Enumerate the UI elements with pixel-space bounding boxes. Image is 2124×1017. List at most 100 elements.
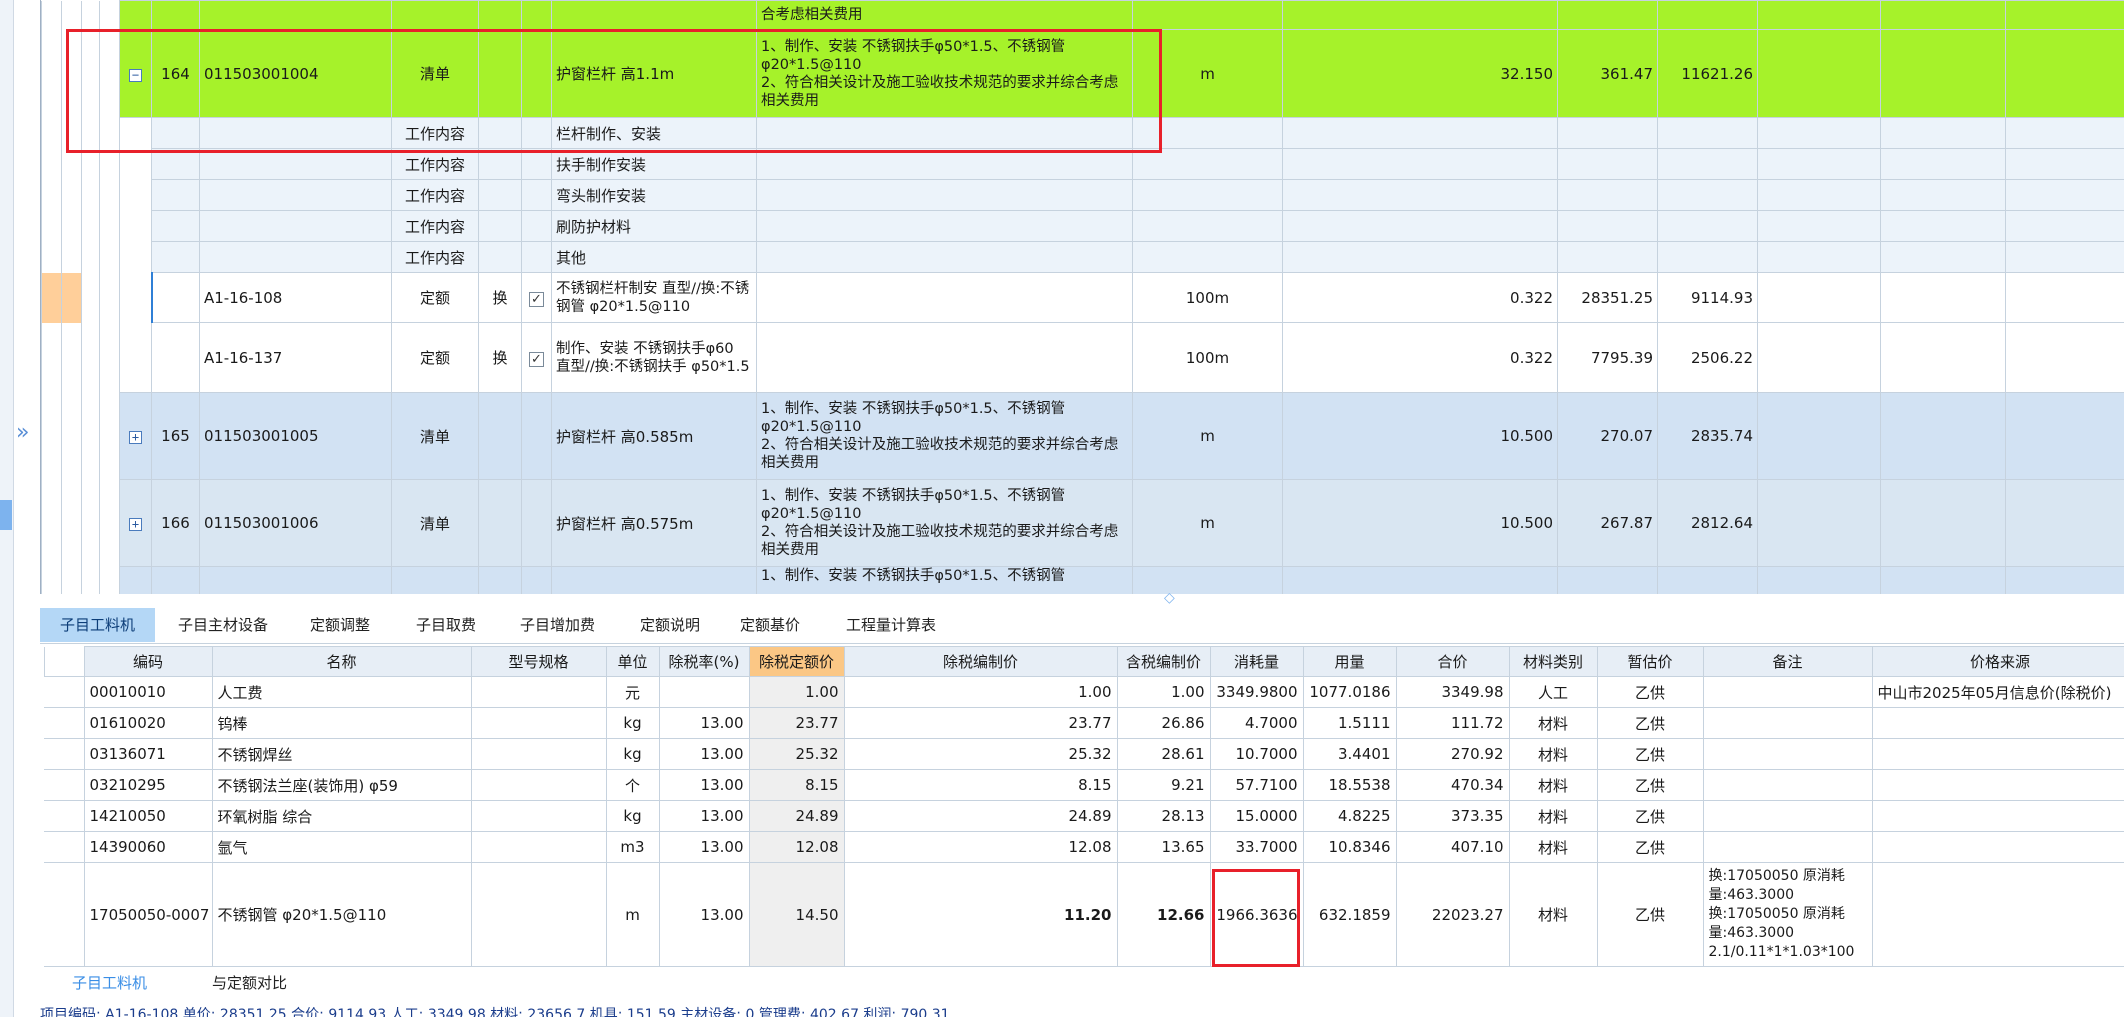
cell-total[interactable]: 270.92 <box>1395 738 1510 770</box>
cell-category[interactable]: 材料 <box>1508 769 1598 801</box>
cell-consumption[interactable]: 1966.3636 <box>1209 862 1304 967</box>
cell-category[interactable]: 材料 <box>1508 800 1598 832</box>
cell-unit[interactable]: kg <box>605 707 660 739</box>
cell-total[interactable]: 470.34 <box>1395 769 1510 801</box>
resource-row[interactable]: 17050050-0007 不锈钢管 φ20*1.5@110 m 13.00 1… <box>40 862 2124 967</box>
cell-price-source[interactable] <box>1871 707 2124 739</box>
cell-usage[interactable]: 18.5538 <box>1302 769 1397 801</box>
grid-row-work-content[interactable]: 工作内容 栏杆制作、安装 <box>41 117 2124 149</box>
cell-code[interactable]: 17050050-0007 <box>83 862 213 967</box>
cell-code[interactable]: 00010010 <box>83 676 213 708</box>
cell-unit[interactable]: kg <box>605 738 660 770</box>
col-header-note[interactable]: 备注 <box>1702 646 1873 677</box>
expand-icon[interactable]: + <box>129 431 142 444</box>
cell-spec[interactable] <box>470 800 607 832</box>
cell-consumption[interactable]: 33.7000 <box>1209 831 1304 863</box>
cell-price-source[interactable]: 中山市2025年05月信息价(除税价) <box>1871 676 2124 708</box>
col-header-estimate[interactable]: 暂估价 <box>1596 646 1704 677</box>
tab-labor-material-machine[interactable]: 子目工料机 <box>40 608 156 642</box>
cell-code[interactable]: 03210295 <box>83 769 213 801</box>
col-header-tax-rate[interactable]: 除税率(%) <box>658 646 750 677</box>
grid-row-work-content[interactable]: 工作内容 扶手制作安装 <box>41 148 2124 180</box>
grid-row-164[interactable]: − 164 011503001004 清单 护窗栏杆 高1.1m 1、制作、安装… <box>41 29 2124 118</box>
resource-row[interactable]: 14390060 氩气 m3 13.00 12.08 12.08 13.65 3… <box>40 831 2124 863</box>
cell-tax-incl-price[interactable]: 28.13 <box>1116 800 1211 832</box>
tab-extra-fee[interactable]: 子目增加费 <box>500 608 615 642</box>
cell-consumption[interactable]: 57.7100 <box>1209 769 1304 801</box>
cell-note[interactable] <box>1702 738 1873 770</box>
cell-name[interactable]: 氩气 <box>211 831 472 863</box>
tab-quota-notes[interactable]: 定额说明 <box>620 608 720 642</box>
cell-tax-rate[interactable]: 13.00 <box>658 738 750 770</box>
cell-note[interactable] <box>1702 676 1873 708</box>
col-header-code[interactable]: 编码 <box>83 646 213 677</box>
cell-tax-incl-price[interactable]: 1.00 <box>1116 676 1211 708</box>
cell-price-source[interactable] <box>1871 800 2124 832</box>
resource-row[interactable]: 01610020 钨棒 kg 13.00 23.77 23.77 26.86 4… <box>40 707 2124 739</box>
cell-estimate[interactable]: 乙供 <box>1596 800 1704 832</box>
row-checkbox[interactable]: ✓ <box>529 291 544 307</box>
grid-row-166[interactable]: + 166 011503001006 清单 护窗栏杆 高0.575m 1、制作、… <box>41 479 2124 567</box>
col-header-category[interactable]: 材料类别 <box>1508 646 1598 677</box>
cell-quota-price[interactable]: 25.32 <box>748 738 845 770</box>
cell-tax-rate[interactable]: 13.00 <box>658 707 750 739</box>
tab-bottom-labor-material-machine[interactable]: 子目工料机 <box>50 970 169 996</box>
resource-row[interactable]: 03136071 不锈钢焊丝 kg 13.00 25.32 25.32 28.6… <box>40 738 2124 770</box>
cell-spec[interactable] <box>470 676 607 708</box>
col-header-price-source[interactable]: 价格来源 <box>1871 646 2124 677</box>
cell-budget-price[interactable]: 1.00 <box>843 676 1118 708</box>
cell-name[interactable]: 不锈钢管 φ20*1.5@110 <box>211 862 472 967</box>
cell-consumption[interactable]: 10.7000 <box>1209 738 1304 770</box>
cell-tax-incl-price[interactable]: 12.66 <box>1116 862 1211 967</box>
sidebar-expand-icon[interactable]: » <box>16 420 29 445</box>
cell-estimate[interactable]: 乙供 <box>1596 862 1704 967</box>
col-header-consumption[interactable]: 消耗量 <box>1209 646 1304 677</box>
collapse-icon[interactable]: − <box>129 68 142 82</box>
cell-usage[interactable]: 1.5111 <box>1302 707 1397 739</box>
cell-quota-price[interactable]: 8.15 <box>748 769 845 801</box>
cell-unit[interactable]: 个 <box>605 769 660 801</box>
tab-main-material-equipment[interactable]: 子目主材设备 <box>158 608 288 642</box>
cell-category[interactable]: 人工 <box>1508 676 1598 708</box>
cell-usage[interactable]: 10.8346 <box>1302 831 1397 863</box>
cell-budget-price[interactable]: 11.20 <box>843 862 1118 967</box>
cell-note[interactable] <box>1702 707 1873 739</box>
col-header-tax-incl-price[interactable]: 含税编制价 <box>1116 646 1211 677</box>
cell-tax-rate[interactable]: 13.00 <box>658 862 750 967</box>
splitter-handle-icon[interactable]: ◇ <box>1164 590 1175 606</box>
tab-quota-base-price[interactable]: 定额基价 <box>720 608 820 642</box>
col-header-total[interactable]: 合价 <box>1395 646 1510 677</box>
grid-row-work-content[interactable]: 工作内容 其他 <box>41 241 2124 273</box>
cell-code[interactable]: 03136071 <box>83 738 213 770</box>
cell-estimate[interactable]: 乙供 <box>1596 676 1704 708</box>
cell-quota-price[interactable]: 24.89 <box>748 800 845 832</box>
cell-unit[interactable]: kg <box>605 800 660 832</box>
cell-total[interactable]: 3349.98 <box>1395 676 1510 708</box>
cell-budget-price[interactable]: 23.77 <box>843 707 1118 739</box>
resource-row[interactable]: 00010010 人工费 元 1.00 1.00 1.00 3349.9800 … <box>40 676 2124 708</box>
cell-spec[interactable] <box>470 738 607 770</box>
cell-note[interactable] <box>1702 800 1873 832</box>
cell-code[interactable]: 01610020 <box>83 707 213 739</box>
tab-bottom-quota-compare[interactable]: 与定额对比 <box>190 970 309 996</box>
expand-icon[interactable]: + <box>129 518 142 531</box>
cell-name[interactable]: 环氧树脂 综合 <box>211 800 472 832</box>
cell-quota-price[interactable]: 1.00 <box>748 676 845 708</box>
cell-note[interactable]: 换:17050050 原消耗量:463.3000 换:17050050 原消耗量… <box>1702 862 1873 967</box>
cell-tax-incl-price[interactable]: 26.86 <box>1116 707 1211 739</box>
grid-row-quota-selected[interactable]: A1-16-108 定额 换 ✓ 不锈钢栏杆制安 直型//换:不锈钢管 φ20*… <box>41 272 2124 323</box>
cell-spec[interactable] <box>470 831 607 863</box>
cell-total[interactable]: 373.35 <box>1395 800 1510 832</box>
col-header-usage[interactable]: 用量 <box>1302 646 1397 677</box>
cell-usage[interactable]: 1077.0186 <box>1302 676 1397 708</box>
tab-fee[interactable]: 子目取费 <box>396 608 496 642</box>
cell-tax-incl-price[interactable]: 28.61 <box>1116 738 1211 770</box>
cell-estimate[interactable]: 乙供 <box>1596 831 1704 863</box>
col-header-budget-price[interactable]: 除税编制价 <box>843 646 1118 677</box>
cell-unit[interactable]: 元 <box>605 676 660 708</box>
cell-price-source[interactable] <box>1871 769 2124 801</box>
col-header-name[interactable]: 名称 <box>211 646 472 677</box>
col-header-quota-price[interactable]: 除税定额价 <box>748 646 845 677</box>
tab-quantity-calc[interactable]: 工程量计算表 <box>826 608 956 642</box>
cell-estimate[interactable]: 乙供 <box>1596 707 1704 739</box>
